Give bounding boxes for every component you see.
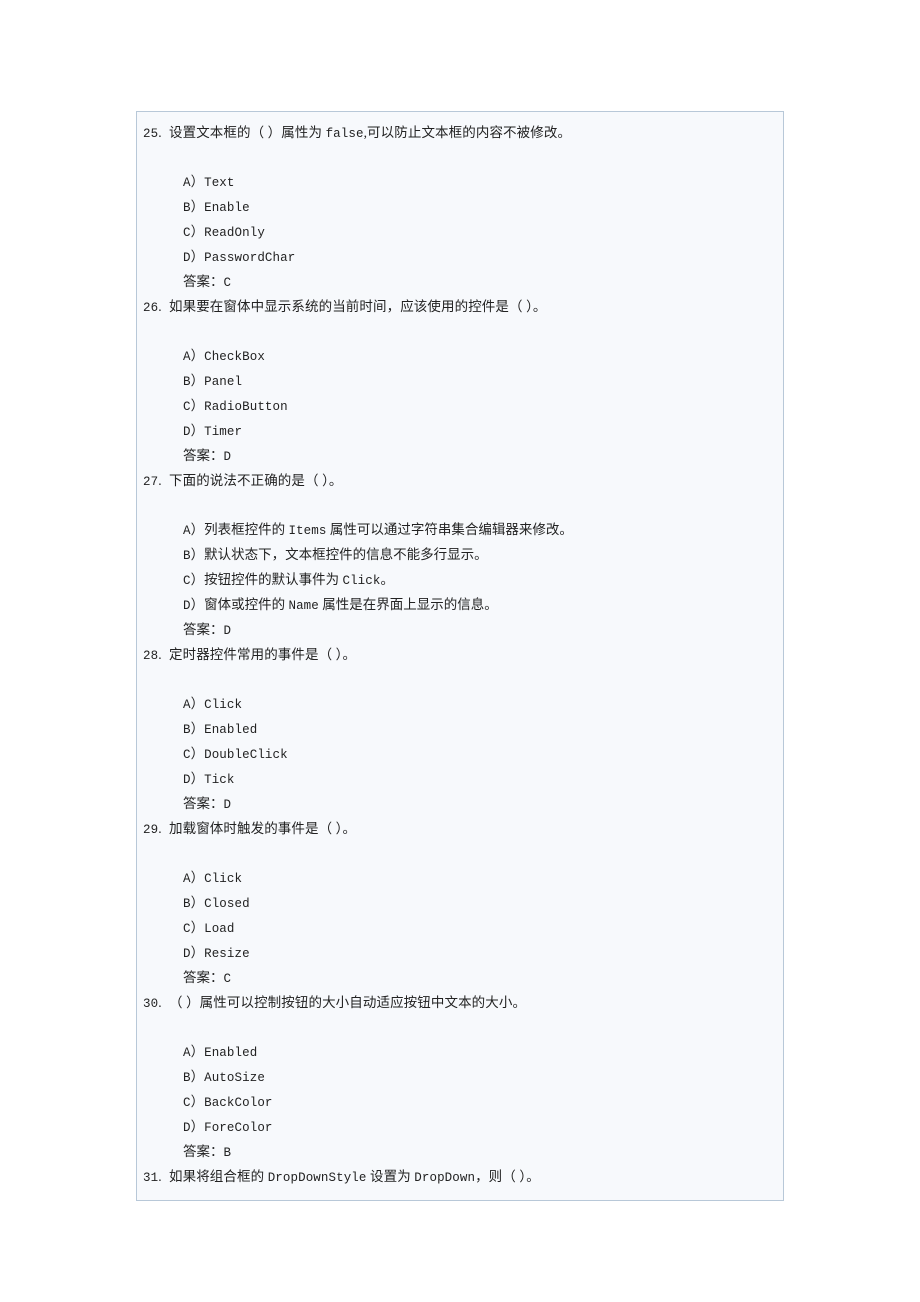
option-item[interactable]: B）Panel: [141, 369, 773, 394]
answer-line: 答案：C: [183, 970, 232, 986]
question-text: 定时器控件常用的事件是（ ）。: [169, 647, 357, 662]
option-item[interactable]: C）RadioButton: [141, 394, 773, 419]
question-text: 设置文本框的（ ）属性为 false,可以防止文本框的内容不被修改。: [169, 125, 572, 141]
option-item[interactable]: A）Click: [141, 692, 773, 717]
option-item[interactable]: C）DoubleClick: [141, 742, 773, 767]
question-number: 27.: [143, 473, 162, 489]
stem-option-spacer: [141, 146, 773, 170]
answer-line: 答案：D: [183, 796, 232, 812]
question-block: 31. 如果将组合框的 DropDownStyle 设置为 DropDown，则（…: [141, 1165, 773, 1190]
option-item[interactable]: D）PasswordChar: [141, 245, 773, 270]
question-stem: 29. 加载窗体时触发的事件是（ ）。: [141, 817, 773, 842]
exam-content-box: 25. 设置文本框的（ ）属性为 false,可以防止文本框的内容不被修改。 A）T…: [136, 111, 784, 1201]
question-number: 29.: [143, 821, 162, 837]
answer-line: 答案：C: [183, 274, 232, 290]
option-list: A）Enabled B）AutoSize C）BackColor D）ForeColo…: [141, 1040, 773, 1140]
option-item[interactable]: B）Closed: [141, 891, 773, 916]
question-text: 下面的说法不正确的是（ ）。: [169, 473, 343, 488]
question-number: 31.: [143, 1169, 162, 1185]
stem-option-spacer: [141, 842, 773, 866]
question-number: 28.: [143, 647, 162, 663]
question-block: 27. 下面的说法不正确的是（ ）。 A）列表框控件的 Items 属性可以通过字符…: [141, 469, 773, 643]
option-list: A）CheckBox B）Panel C）RadioButton D）Timer: [141, 344, 773, 444]
question-text: 如果要在窗体中显示系统的当前时间，应该使用的控件是（ ）。: [169, 299, 547, 314]
option-item[interactable]: A）Enabled: [141, 1040, 773, 1065]
option-item[interactable]: B）AutoSize: [141, 1065, 773, 1090]
option-item[interactable]: D）Resize: [141, 941, 773, 966]
option-item[interactable]: D）窗体或控件的 Name 属性是在界面上显示的信息。: [141, 593, 773, 618]
question-stem: 30. （ ）属性可以控制按钮的大小自动适应按钮中文本的大小。: [141, 991, 773, 1016]
stem-option-spacer: [141, 494, 773, 518]
question-number: 30.: [143, 995, 162, 1011]
stem-option-spacer: [141, 668, 773, 692]
document-page: 25. 设置文本框的（ ）属性为 false,可以防止文本框的内容不被修改。 A）T…: [0, 0, 920, 1302]
option-item[interactable]: B）Enable: [141, 195, 773, 220]
question-text: 加载窗体时触发的事件是（ ）。: [169, 821, 357, 836]
question-stem: 27. 下面的说法不正确的是（ ）。: [141, 469, 773, 494]
question-block: 29. 加载窗体时触发的事件是（ ）。 A）Click B）Closed C）Load D…: [141, 817, 773, 991]
question-stem: 26. 如果要在窗体中显示系统的当前时间，应该使用的控件是（ ）。: [141, 295, 773, 320]
option-item[interactable]: D）Tick: [141, 767, 773, 792]
option-item[interactable]: D）Timer: [141, 419, 773, 444]
option-item[interactable]: A）CheckBox: [141, 344, 773, 369]
question-block: 25. 设置文本框的（ ）属性为 false,可以防止文本框的内容不被修改。 A）T…: [141, 121, 773, 295]
option-item[interactable]: B）Enabled: [141, 717, 773, 742]
question-block: 30. （ ）属性可以控制按钮的大小自动适应按钮中文本的大小。 A）Enabled B…: [141, 991, 773, 1165]
question-stem: 31. 如果将组合框的 DropDownStyle 设置为 DropDown，则（…: [141, 1165, 773, 1190]
question-text: （ ）属性可以控制按钮的大小自动适应按钮中文本的大小。: [169, 995, 527, 1010]
option-item[interactable]: D）ForeColor: [141, 1115, 773, 1140]
option-item[interactable]: C）BackColor: [141, 1090, 773, 1115]
question-number: 25.: [143, 125, 162, 141]
question-block: 28. 定时器控件常用的事件是（ ）。 A）Click B）Enabled C）Doub…: [141, 643, 773, 817]
option-list: A）列表框控件的 Items 属性可以通过字符串集合编辑器来修改。 B）默认状态下…: [141, 518, 773, 618]
stem-option-spacer: [141, 1016, 773, 1040]
question-stem: 25. 设置文本框的（ ）属性为 false,可以防止文本框的内容不被修改。: [141, 121, 773, 146]
option-item[interactable]: C）Load: [141, 916, 773, 941]
answer-line: 答案：B: [183, 1144, 232, 1160]
stem-option-spacer: [141, 320, 773, 344]
answer-line: 答案：D: [183, 622, 232, 638]
option-item[interactable]: C）按钮控件的默认事件为 Click。: [141, 568, 773, 593]
question-block: 26. 如果要在窗体中显示系统的当前时间，应该使用的控件是（ ）。 A）CheckB…: [141, 295, 773, 469]
option-list: A）Text B）Enable C）ReadOnly D）PasswordChar: [141, 170, 773, 270]
option-item[interactable]: A）列表框控件的 Items 属性可以通过字符串集合编辑器来修改。: [141, 518, 773, 543]
option-item[interactable]: A）Click: [141, 866, 773, 891]
option-list: A）Click B）Enabled C）DoubleClick D）Tick: [141, 692, 773, 792]
answer-line: 答案：D: [183, 448, 232, 464]
option-item[interactable]: C）ReadOnly: [141, 220, 773, 245]
question-stem: 28. 定时器控件常用的事件是（ ）。: [141, 643, 773, 668]
question-text: 如果将组合框的 DropDownStyle 设置为 DropDown，则（ ）。: [169, 1169, 540, 1185]
question-number: 26.: [143, 299, 162, 315]
option-item[interactable]: B）默认状态下，文本框控件的信息不能多行显示。: [141, 543, 773, 568]
option-item[interactable]: A）Text: [141, 170, 773, 195]
option-list: A）Click B）Closed C）Load D）Resize: [141, 866, 773, 966]
